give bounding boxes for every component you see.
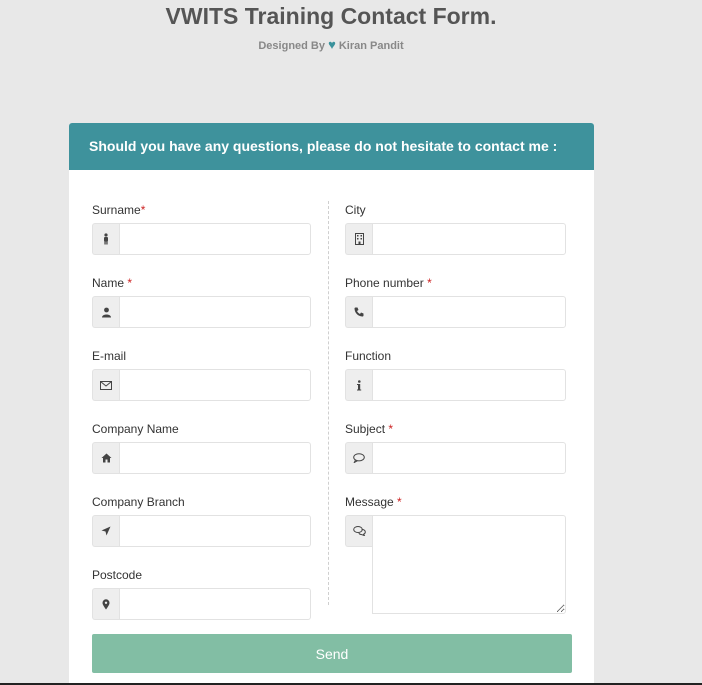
- email-input[interactable]: [119, 369, 311, 401]
- name-label: Name *: [92, 276, 133, 290]
- send-button[interactable]: Send: [92, 634, 572, 673]
- function-label: Function: [345, 349, 392, 363]
- message-field: Message *: [345, 495, 566, 614]
- phone-input[interactable]: [372, 296, 566, 328]
- postcode-label: Postcode: [92, 568, 143, 582]
- map-marker-icon: [92, 588, 119, 620]
- message-label: Message *: [345, 495, 402, 509]
- postcode-field: Postcode: [92, 568, 311, 620]
- left-column: Surname* Name * E-mail Company Name Comp…: [92, 203, 311, 641]
- name-input[interactable]: [119, 296, 311, 328]
- page-title: VWITS Training Contact Form.: [165, 3, 497, 29]
- name-field: Name *: [92, 276, 311, 328]
- postcode-input[interactable]: [119, 588, 311, 620]
- city-label: City: [345, 203, 366, 217]
- person-icon: [92, 223, 119, 255]
- company-branch-field: Company Branch: [92, 495, 311, 547]
- info-icon: [345, 369, 372, 401]
- phone-label: Phone number *: [345, 276, 432, 290]
- location-arrow-icon: [92, 515, 119, 547]
- surname-field: Surname*: [92, 203, 311, 255]
- phone-field: Phone number *: [345, 276, 566, 328]
- phone-icon: [345, 296, 372, 328]
- company-branch-label: Company Branch: [92, 495, 185, 509]
- designer-credit: Designed By ♥ Kiran Pandit: [0, 37, 662, 52]
- company-name-input[interactable]: [119, 442, 311, 474]
- email-field: E-mail: [92, 349, 311, 401]
- contact-form-card: Should you have any questions, please do…: [69, 123, 594, 685]
- credit-prefix: Designed By: [258, 40, 325, 52]
- email-label: E-mail: [92, 349, 127, 363]
- heart-icon: ♥: [328, 37, 336, 52]
- surname-label: Surname*: [92, 203, 146, 217]
- speech-bubble-icon: [345, 442, 372, 474]
- function-input[interactable]: [372, 369, 566, 401]
- comments-icon: [345, 515, 372, 547]
- form-header: Should you have any questions, please do…: [69, 123, 594, 170]
- subject-label: Subject *: [345, 422, 394, 436]
- message-textarea[interactable]: [372, 515, 566, 614]
- user-icon: [92, 296, 119, 328]
- company-name-field: Company Name: [92, 422, 311, 474]
- credit-author: Kiran Pandit: [338, 40, 404, 52]
- surname-input[interactable]: [119, 223, 311, 255]
- subject-input[interactable]: [372, 442, 566, 474]
- building-icon: [345, 223, 372, 255]
- home-icon: [92, 442, 119, 474]
- right-column: City Phone number * Function Subject * M…: [345, 203, 566, 635]
- subject-field: Subject *: [345, 422, 566, 474]
- company-branch-input[interactable]: [119, 515, 311, 547]
- column-divider: [328, 201, 329, 605]
- company-name-label: Company Name: [92, 422, 179, 436]
- envelope-icon: [92, 369, 119, 401]
- function-field: Function: [345, 349, 566, 401]
- city-field: City: [345, 203, 566, 255]
- city-input[interactable]: [372, 223, 566, 255]
